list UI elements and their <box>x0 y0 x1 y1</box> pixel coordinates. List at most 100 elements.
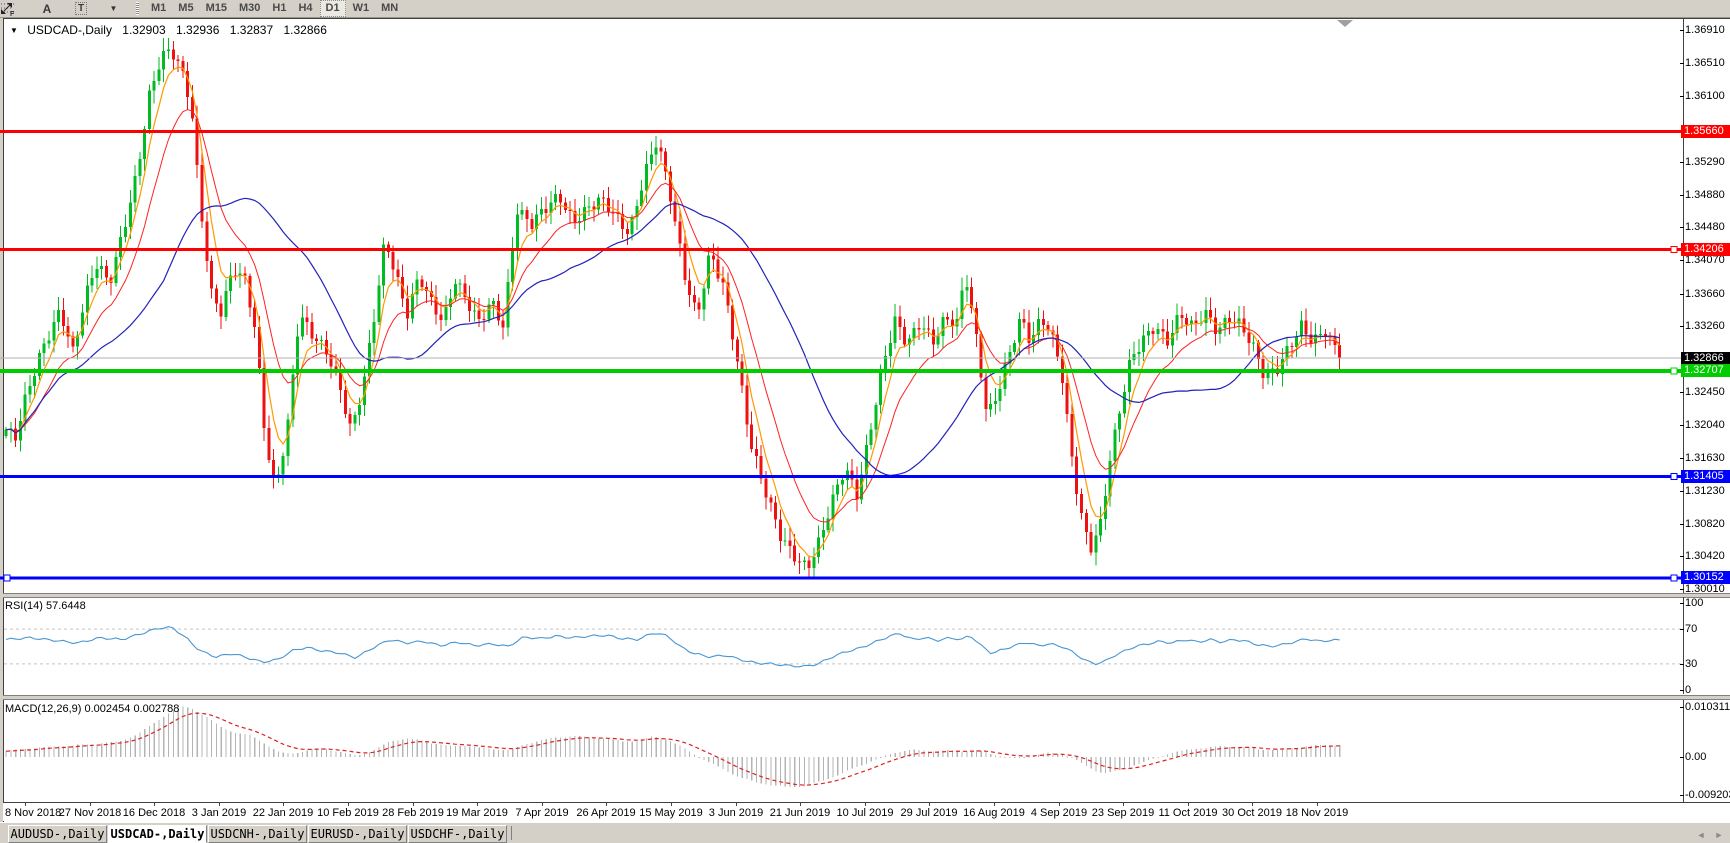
dropdown-caret-icon: ▼ <box>110 4 118 13</box>
date-label: 23 Sep 2019 <box>1092 807 1154 819</box>
tab-eurusd[interactable]: EURUSD-,Daily <box>308 825 407 843</box>
price-tick-label: 1.34480 <box>1685 221 1725 233</box>
rsi-value: 57.6448 <box>46 600 86 612</box>
price-tick-label: 1.30420 <box>1685 550 1725 562</box>
rsi-level-label: 30 <box>1685 658 1697 670</box>
tab-usdchf[interactable]: USDCHF-,Daily <box>408 825 507 843</box>
timeframe-button-w1[interactable]: W1 <box>348 1 375 16</box>
macd-axis-border <box>1683 700 1684 802</box>
price-badge: 1.32707 <box>1681 364 1730 377</box>
timeframe-button-m5[interactable]: M5 <box>173 1 198 16</box>
date-label: 3 Jun 2019 <box>709 807 763 819</box>
date-tick <box>1188 803 1189 806</box>
date-tick <box>671 803 672 806</box>
date-tick <box>994 803 995 806</box>
rsi-chart[interactable] <box>0 597 1730 694</box>
ma-fast-line <box>6 67 1340 557</box>
price-tick <box>1680 30 1684 31</box>
text-icon[interactable]: A <box>36 1 58 16</box>
macd-indicator-label: MACD(12,26,9) 0.002454 0.002788 <box>5 703 179 715</box>
date-label: 4 Sep 2019 <box>1031 807 1087 819</box>
arrows-icon[interactable]: ▼ <box>102 1 124 16</box>
macd-name: MACD(12,26,9) <box>5 703 81 715</box>
price-tick <box>1680 491 1684 492</box>
date-tick <box>1123 803 1124 806</box>
timeframe-button-m1[interactable]: M1 <box>146 1 171 16</box>
price-tick-label: 1.33260 <box>1685 320 1725 332</box>
rsi-indicator-label: RSI(14) 57.6448 <box>5 600 86 612</box>
price-tick-label: 1.31630 <box>1685 452 1725 464</box>
date-label: 8 Nov 2018 <box>5 807 61 819</box>
timeframe-button-h1[interactable]: H1 <box>267 1 291 16</box>
tab-usdcad[interactable]: USDCAD-,Daily <box>108 825 207 843</box>
price-tick-label: 1.32450 <box>1685 386 1725 398</box>
date-tick <box>865 803 866 806</box>
label-icon[interactable]: T <box>70 1 92 16</box>
price-badge: 1.30152 <box>1681 571 1730 584</box>
date-label: 21 Jun 2019 <box>770 807 831 819</box>
date-tick <box>283 803 284 806</box>
macd-value: 0.002454 <box>84 703 130 715</box>
timeframe-button-d1[interactable]: D1 <box>320 0 346 17</box>
date-tick <box>542 803 543 806</box>
rsi-name: RSI(14) <box>5 600 43 612</box>
macd-tick <box>1680 757 1684 758</box>
date-tick <box>25 803 26 806</box>
tab-audusd[interactable]: AUDUSD-,Daily <box>8 825 107 843</box>
price-tick <box>1680 458 1684 459</box>
date-tick <box>477 803 478 806</box>
price-tick <box>1680 294 1684 295</box>
timeframe-button-m15[interactable]: M15 <box>201 1 232 16</box>
date-tick <box>219 803 220 806</box>
rsi-tick <box>1680 664 1684 665</box>
date-label: 27 Nov 2018 <box>59 807 121 819</box>
date-axis[interactable]: 8 Nov 201827 Nov 201816 Dec 20183 Jan 20… <box>3 803 1730 821</box>
macd-chart[interactable] <box>0 700 1730 802</box>
rsi-level-label: 70 <box>1685 623 1697 635</box>
timeframe-button-h4[interactable]: H4 <box>293 1 317 16</box>
price-tick-label: 1.31230 <box>1685 485 1725 497</box>
toolbar-grip[interactable] <box>136 2 139 15</box>
price-tick <box>1680 227 1684 228</box>
price-tick <box>1680 260 1684 261</box>
timeframe-button-m30[interactable]: M30 <box>234 1 265 16</box>
macd-level-label: -0.009203 <box>1685 789 1730 801</box>
price-tick-label: 1.35290 <box>1685 156 1725 168</box>
date-tick <box>1317 803 1318 806</box>
label-icon-glyph: T <box>75 2 87 15</box>
macd-signal-value: 0.002788 <box>133 703 179 715</box>
date-label: 15 May 2019 <box>639 807 703 819</box>
price-tick <box>1680 589 1684 590</box>
price-tick-label: 1.30010 <box>1685 583 1725 595</box>
date-label: 10 Jul 2019 <box>837 807 894 819</box>
price-tick-label: 1.36100 <box>1685 90 1725 102</box>
timeframe-button-mn[interactable]: MN <box>376 1 403 16</box>
date-label: 22 Jan 2019 <box>253 807 314 819</box>
shift-marker-icon <box>1337 20 1353 27</box>
arrows-icon-glyph <box>0 2 14 15</box>
date-label: 29 Jul 2019 <box>901 807 958 819</box>
price-tick <box>1680 392 1684 393</box>
price-axis-border <box>1683 19 1684 593</box>
macd-level-label: 0.010311 <box>1685 701 1730 713</box>
date-label: 30 Oct 2019 <box>1222 807 1282 819</box>
toolbar: F A T ▼ M1M5M15M30H1H4D1W1MN <box>0 0 1730 18</box>
tabs-scroll-right-icon[interactable]: ► <box>1712 829 1726 841</box>
tabs-scroll-left-icon[interactable]: ◄ <box>1694 829 1708 841</box>
tab-usdcnh[interactable]: USDCNH-,Daily <box>208 825 307 843</box>
rsi-line <box>6 627 1340 667</box>
rsi-level-label: 0 <box>1685 684 1691 696</box>
price-tick-label: 1.30820 <box>1685 518 1725 530</box>
price-tick-label: 1.36910 <box>1685 24 1725 36</box>
rsi-axis-border <box>1683 597 1684 694</box>
macd-tick <box>1680 795 1684 796</box>
date-tick <box>348 803 349 806</box>
price-tick <box>1680 326 1684 327</box>
date-tick <box>154 803 155 806</box>
date-label: 10 Feb 2019 <box>317 807 379 819</box>
price-tick <box>1680 96 1684 97</box>
date-label: 18 Nov 2019 <box>1286 807 1348 819</box>
price-badge: 1.31405 <box>1681 470 1730 483</box>
main-chart[interactable] <box>0 19 1730 593</box>
chart-tabs-bar: AUDUSD-,DailyUSDCAD-,DailyUSDCNH-,DailyE… <box>0 822 1730 843</box>
